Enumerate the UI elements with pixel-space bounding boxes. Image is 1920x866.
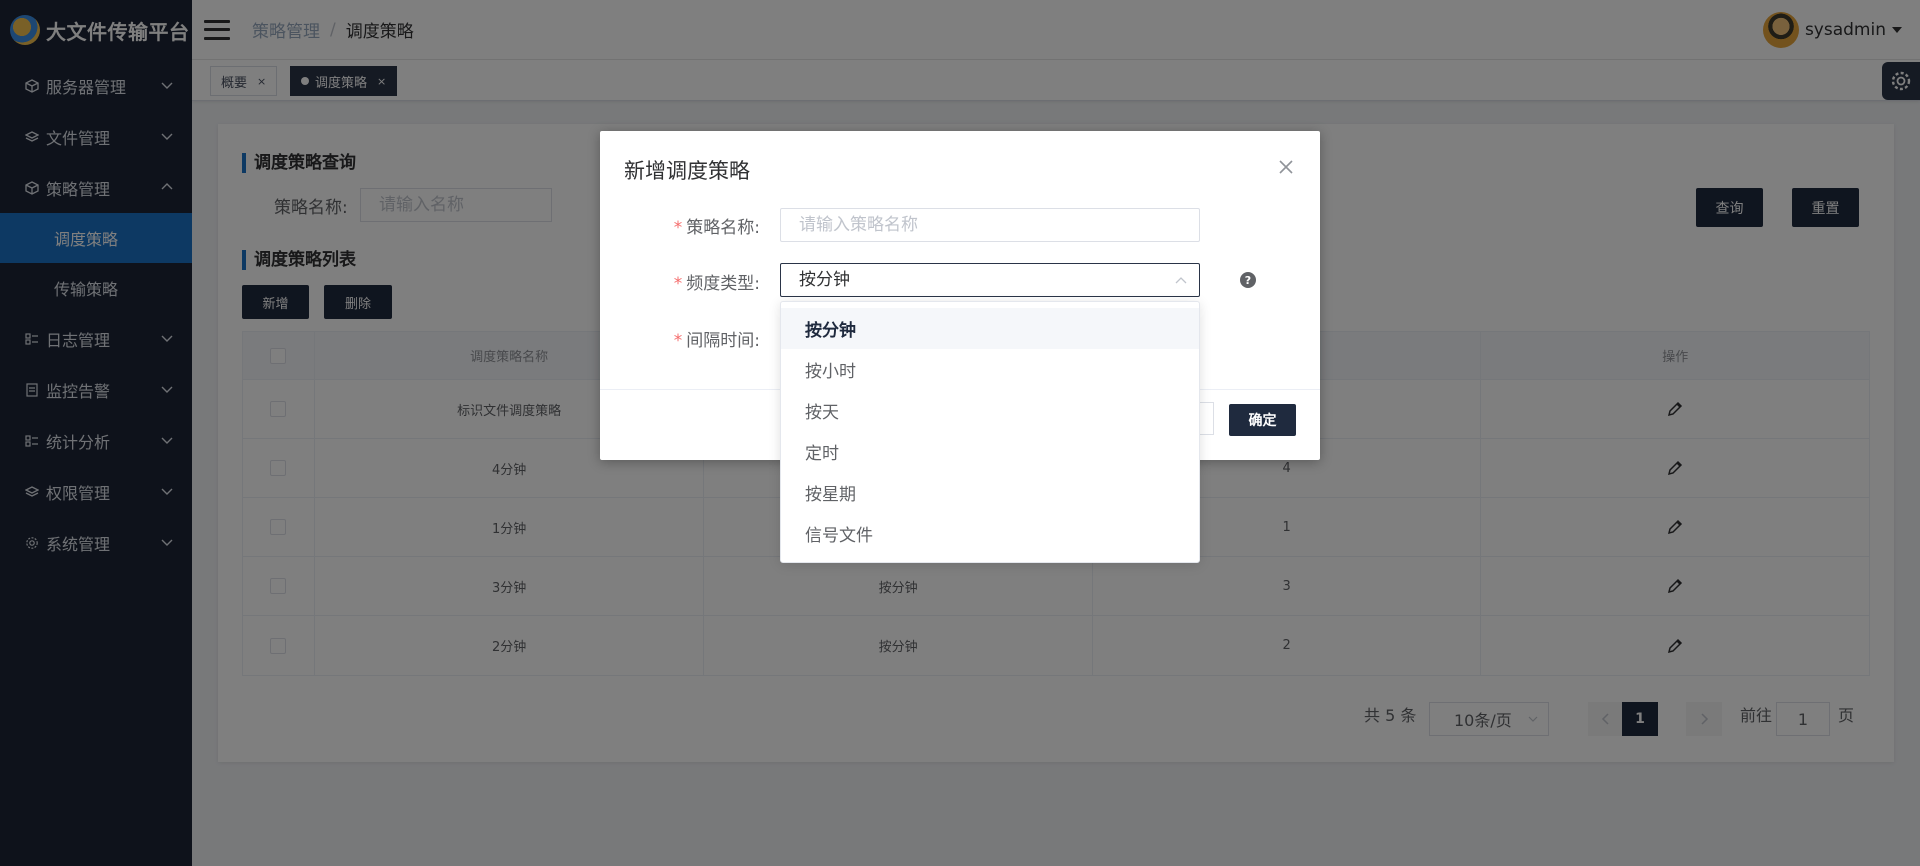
help-icon[interactable]: ?: [1240, 272, 1256, 288]
required-mark: *: [673, 274, 683, 294]
dropdown-option[interactable]: 按天: [781, 390, 1199, 431]
dropdown-option[interactable]: 按分钟: [781, 308, 1199, 349]
chevron-up-icon: [1175, 277, 1187, 284]
confirm-button[interactable]: 确定: [1229, 404, 1296, 436]
dropdown-option[interactable]: 定时: [781, 431, 1199, 472]
required-mark: *: [673, 331, 683, 351]
dropdown-option[interactable]: 信号文件: [781, 513, 1199, 554]
form-label-freq: * 频度类型:: [673, 274, 760, 294]
form-label-interval: * 间隔时间:: [673, 331, 760, 351]
frequency-dropdown: 按分钟 按小时 按天 定时 按星期 信号文件: [780, 301, 1200, 563]
strategy-name-input[interactable]: 请输入策略名称: [780, 208, 1200, 242]
close-icon[interactable]: [1276, 157, 1296, 177]
dialog-title: 新增调度策略: [624, 159, 750, 183]
required-mark: *: [673, 218, 683, 238]
form-label-name: * 策略名称:: [673, 218, 760, 238]
dropdown-option[interactable]: 按小时: [781, 349, 1199, 390]
frequency-type-value: 按分钟: [799, 270, 850, 290]
dropdown-option[interactable]: 按星期: [781, 472, 1199, 513]
frequency-type-select[interactable]: 按分钟: [780, 263, 1200, 297]
